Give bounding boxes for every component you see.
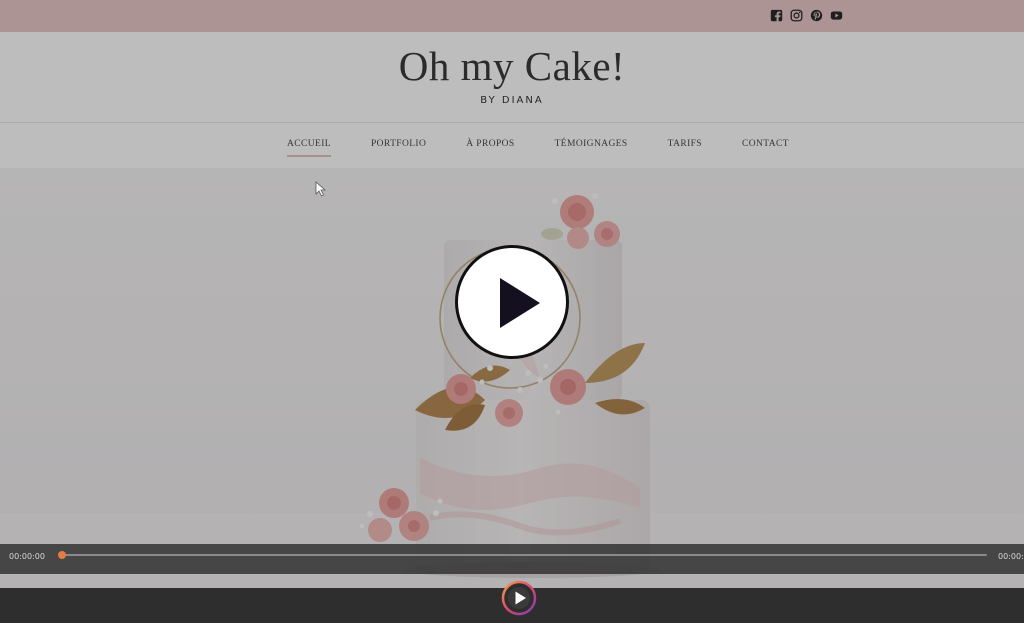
video-frame[interactable] <box>0 168 1024 588</box>
progress-handle[interactable] <box>58 551 66 559</box>
site-tagline: BY DIANA <box>480 95 544 106</box>
nav-item-a-propos[interactable]: À PROPOS <box>466 139 514 149</box>
pinterest-icon[interactable] <box>810 9 823 22</box>
facebook-icon[interactable] <box>770 9 783 22</box>
small-play-button[interactable] <box>501 580 537 616</box>
play-icon <box>500 278 540 328</box>
social-links <box>770 9 843 22</box>
nav-menu: ACCUEIL PORTFOLIO À PROPOS TÉMOIGNAGES T… <box>287 139 789 157</box>
cursor-icon <box>315 181 327 197</box>
instagram-icon[interactable] <box>790 9 803 22</box>
cake-picture <box>0 168 1024 588</box>
big-play-button[interactable] <box>455 245 569 359</box>
top-bar <box>0 0 1024 32</box>
nav-item-portfolio[interactable]: PORTFOLIO <box>371 139 426 149</box>
page: Oh my Cake! BY DIANA ACCUEIL PORTFOLIO À… <box>0 0 1024 623</box>
progress-bar[interactable] <box>58 551 987 559</box>
youtube-icon[interactable] <box>830 9 843 22</box>
nav-item-accueil[interactable]: ACCUEIL <box>287 139 331 157</box>
nav-item-temoignages[interactable]: TÉMOIGNAGES <box>555 139 628 149</box>
nav-item-contact[interactable]: CONTACT <box>742 139 789 149</box>
main-navigation: ACCUEIL PORTFOLIO À PROPOS TÉMOIGNAGES T… <box>0 123 1024 168</box>
nav-item-tarifs[interactable]: TARIFS <box>668 139 702 149</box>
site-title[interactable]: Oh my Cake! <box>0 32 1024 90</box>
site-header: Oh my Cake! BY DIANA <box>0 32 1024 123</box>
current-time: 00:00:00 <box>9 552 45 561</box>
video-controls: 00:00:00 00:00:5 <box>0 544 1024 574</box>
total-time: 00:00:5 <box>998 552 1024 561</box>
